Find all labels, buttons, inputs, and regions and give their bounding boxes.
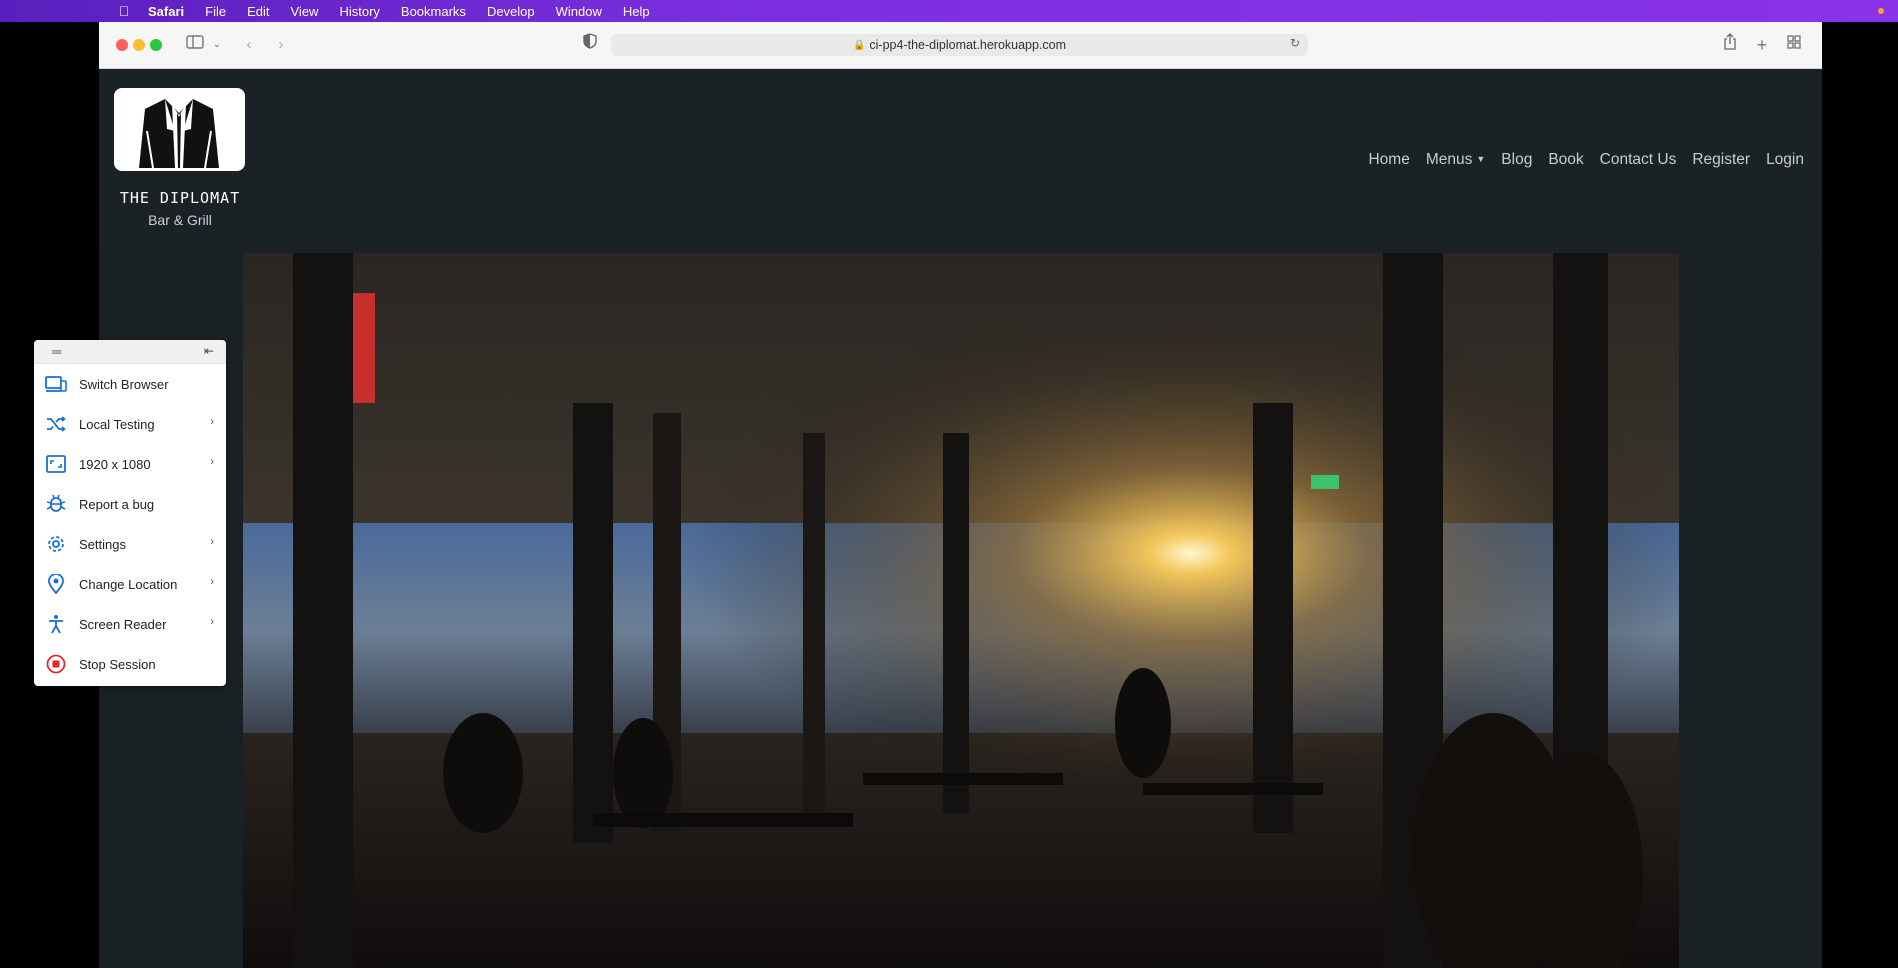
address-bar[interactable]: 🔒 ci-pp4-the-diplomat.herokuapp.com ↻ [611, 34, 1308, 56]
resolution-label: 1920 x 1080 [79, 456, 151, 472]
stop-session-item[interactable]: Stop Session [34, 644, 226, 684]
collapse-panel-icon[interactable]: ⇤ [204, 344, 214, 358]
nav-contact[interactable]: Contact Us [1600, 151, 1677, 169]
zoom-window-button[interactable] [150, 39, 162, 51]
close-window-button[interactable] [116, 39, 128, 51]
chevron-down-icon[interactable]: ⌄ [211, 33, 223, 57]
menu-app-name[interactable]: Safari [148, 4, 184, 19]
menu-history[interactable]: History [339, 4, 379, 19]
nav-login[interactable]: Login [1766, 151, 1804, 169]
brand-name: THE DIPLOMAT [119, 189, 241, 207]
apple-icon[interactable]:  [116, 3, 132, 19]
devices-icon [45, 373, 67, 395]
nav-blog[interactable]: Blog [1501, 151, 1532, 169]
panel-header[interactable]: ═ ⇤ [34, 340, 226, 364]
switch-browser-item[interactable]: Switch Browser [34, 364, 226, 404]
nav-book[interactable]: Book [1548, 151, 1583, 169]
menu-view[interactable]: View [291, 4, 319, 19]
stop-session-label: Stop Session [79, 656, 156, 672]
menu-bookmarks[interactable]: Bookmarks [401, 4, 466, 19]
gear-icon [45, 533, 67, 555]
nav-menus-label: Menus [1425, 151, 1473, 168]
chevron-right-icon: › [210, 456, 214, 468]
chevron-right-icon: › [210, 416, 214, 428]
forward-button[interactable]: › [273, 33, 289, 57]
resolution-item[interactable]: 1920 x 1080 › [34, 444, 226, 484]
chevron-right-icon: › [210, 536, 214, 548]
change-location-item[interactable]: Change Location › [34, 564, 226, 604]
url-text: ci-pp4-the-diplomat.herokuapp.com [869, 38, 1067, 52]
web-page: THE DIPLOMAT Bar & Grill Home Menus ▼ Blo… [99, 69, 1822, 968]
reload-icon[interactable]: ↻ [1290, 36, 1300, 50]
chevron-right-icon: › [210, 616, 214, 628]
minimize-window-button[interactable] [133, 39, 145, 51]
menu-edit[interactable]: Edit [247, 4, 269, 19]
report-bug-label: Report a bug [79, 496, 155, 512]
menu-help[interactable]: Help [623, 4, 650, 19]
site-header: THE DIPLOMAT Bar & Grill Home Menus ▼ Blo… [99, 69, 1822, 253]
settings-label: Settings [79, 536, 126, 552]
lock-icon: 🔒 [852, 39, 866, 51]
nav-register[interactable]: Register [1692, 151, 1750, 169]
site-logo[interactable] [114, 88, 245, 171]
change-location-label: Change Location [79, 576, 178, 592]
menu-file[interactable]: File [205, 4, 226, 19]
menu-window[interactable]: Window [556, 4, 602, 19]
caret-down-icon: ▼ [1476, 154, 1486, 164]
chevron-right-icon: › [210, 576, 214, 588]
settings-item[interactable]: Settings › [34, 524, 226, 564]
local-testing-label: Local Testing [79, 416, 155, 432]
screen-reader-label: Screen Reader [79, 616, 167, 632]
nav-menus-dropdown[interactable]: Menus ▼ [1426, 151, 1485, 169]
bug-icon [45, 493, 67, 515]
drag-handle-icon[interactable]: ═ [52, 344, 61, 359]
privacy-shield-icon[interactable] [581, 33, 599, 57]
report-bug-item[interactable]: Report a bug [34, 484, 226, 524]
safari-window: ⌄ ‹ › 🔒 ci-pp4-the-diplomat.herokuapp.co… [99, 22, 1822, 968]
local-testing-item[interactable]: Local Testing › [34, 404, 226, 444]
hero-restaurant-image [243, 253, 1679, 968]
stop-icon [45, 653, 67, 675]
browser-toolbar: ⌄ ‹ › 🔒 ci-pp4-the-diplomat.herokuapp.co… [99, 22, 1822, 69]
session-tools-panel: ═ ⇤ Switch Browser Local Testing › 1920 … [34, 340, 226, 686]
new-tab-icon[interactable]: + [1753, 33, 1771, 57]
brand-subtitle: Bar & Grill [148, 212, 212, 228]
share-icon[interactable] [1721, 33, 1739, 57]
menu-develop[interactable]: Develop [487, 4, 535, 19]
back-button[interactable]: ‹ [241, 33, 257, 57]
macos-menu-bar:  Safari File Edit View History Bookmark… [0, 0, 1898, 22]
location-pin-icon [45, 573, 67, 595]
sidebar-toggle-icon[interactable] [184, 33, 206, 57]
screen-reader-item[interactable]: Screen Reader › [34, 604, 226, 644]
shuffle-icon [45, 413, 67, 435]
resolution-icon [45, 453, 67, 475]
accessibility-icon [45, 613, 67, 635]
switch-browser-label: Switch Browser [79, 376, 169, 392]
tab-overview-icon[interactable] [1785, 33, 1803, 57]
recording-indicator-icon [1878, 8, 1884, 14]
nav-home[interactable]: Home [1368, 151, 1409, 169]
main-nav: Home Menus ▼ Blog Book Contact Us Registe… [1352, 151, 1804, 169]
